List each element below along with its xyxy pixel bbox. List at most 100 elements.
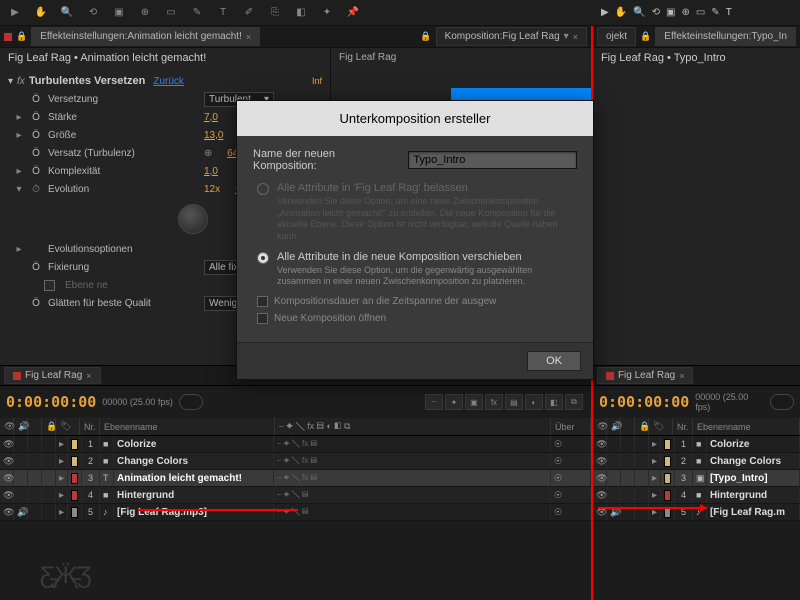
chk-open[interactable] [257, 313, 268, 324]
solo-toggle[interactable] [621, 487, 635, 503]
expand-icon[interactable]: ▸ [652, 473, 657, 484]
r-zoom-icon[interactable]: 🔍 [633, 7, 645, 18]
label-swatch[interactable] [71, 456, 78, 467]
label-swatch[interactable] [71, 507, 78, 518]
timeline-search[interactable] [179, 394, 203, 410]
visibility-toggle[interactable]: 👁 [0, 453, 14, 469]
tl-btn-2[interactable]: ✦ [445, 394, 463, 410]
expand-icon[interactable]: ▸ [59, 439, 64, 450]
eraser-tool-icon[interactable]: ◧ [292, 4, 310, 22]
radio-move[interactable] [257, 252, 269, 264]
r-hand-icon[interactable]: ✋ [615, 7, 627, 18]
visibility-toggle[interactable]: 👁 [593, 470, 607, 486]
solo-toggle[interactable] [28, 436, 42, 452]
puppet-tool-icon[interactable]: 📌 [344, 4, 362, 22]
visibility-toggle[interactable]: 👁 [0, 504, 14, 520]
layer-switches[interactable]: ⎯ ✦ ╲ ▤ [274, 504, 551, 520]
clone-tool-icon[interactable]: ⎘ [266, 4, 284, 22]
tab-effect-settings[interactable]: Effekteinstellungen: Animation leicht ge… [31, 27, 260, 46]
roto-tool-icon[interactable]: ✦ [318, 4, 336, 22]
layer-switches[interactable]: ⎯ ✦ ╲ ▤ [274, 487, 551, 503]
audio-toggle[interactable] [14, 487, 28, 503]
r-rotate-icon[interactable]: ⟲ [652, 7, 660, 18]
label-swatch[interactable] [664, 473, 671, 484]
ebene-checkbox[interactable] [44, 280, 55, 291]
tl-btn-1[interactable]: ⎯ [425, 394, 443, 410]
layer-row[interactable]: 👁▸3TAnimation leicht gemacht!⎯ ✦ ╲ fx ▤☉ [0, 470, 591, 487]
lock-icon[interactable]: 🔒 [16, 31, 27, 42]
label-swatch[interactable] [664, 456, 671, 467]
solo-toggle[interactable] [28, 470, 42, 486]
audio-toggle[interactable]: 🔊 [14, 504, 28, 520]
pan-behind-icon[interactable]: ⊕ [136, 4, 154, 22]
expand-icon[interactable]: ▸ [652, 456, 657, 467]
timeline-search-r[interactable] [770, 394, 794, 410]
brush-tool-icon[interactable]: ✐ [240, 4, 258, 22]
tl-btn-fx[interactable]: fx [485, 394, 503, 410]
type-tool-icon[interactable]: T [214, 4, 232, 22]
label-swatch[interactable] [664, 439, 671, 450]
hand-tool-icon[interactable]: ✋ [32, 4, 50, 22]
komplex-value[interactable]: 1,0 [204, 166, 218, 177]
layer-switches[interactable]: ⎯ ✦ ╲ fx ▤ [274, 470, 551, 486]
layer-row[interactable]: 👁▸2■Change Colors⎯ ✦ ╲ fx ▤☉ [0, 453, 591, 470]
tl-btn-3[interactable]: ▣ [465, 394, 483, 410]
r-pen-icon[interactable]: ✎ [711, 7, 719, 18]
evolution-knob[interactable] [178, 204, 208, 234]
close-icon[interactable]: × [573, 32, 578, 42]
r-pan-icon[interactable]: ⊕ [681, 7, 689, 18]
tab-effect-settings-r[interactable]: Effekteinstellungen: Typo_In [655, 27, 796, 46]
lock-icon[interactable]: 🔒 [640, 31, 651, 42]
solo-toggle[interactable] [28, 487, 42, 503]
expand-icon[interactable]: ▸ [59, 456, 64, 467]
tab-project[interactable]: ojekt [597, 27, 636, 46]
r-selection-icon[interactable]: ▶ [601, 7, 609, 18]
tl-btn-6[interactable]: ◐ [525, 394, 543, 410]
tl-btn-7[interactable]: ◧ [545, 394, 563, 410]
layer-row[interactable]: 👁▸1■Colorize [593, 436, 800, 453]
audio-toggle[interactable] [607, 487, 621, 503]
parent-pick[interactable]: ☉ [551, 470, 591, 486]
lock-toggle[interactable] [42, 470, 56, 486]
label-swatch[interactable] [664, 490, 671, 501]
checkbox-open[interactable]: Neue Komposition öffnen [253, 313, 577, 324]
tl-btn-8[interactable]: ⧉ [565, 394, 583, 410]
audio-toggle[interactable] [607, 436, 621, 452]
staerke-value[interactable]: 7,0 [204, 112, 218, 123]
visibility-toggle[interactable]: 👁 [593, 453, 607, 469]
r-camera-icon[interactable]: ▣ [666, 7, 675, 18]
selection-tool-icon[interactable]: ▶ [6, 4, 24, 22]
checkbox-duration[interactable]: Kompositionsdauer an die Zeitspanne der … [253, 296, 577, 307]
visibility-toggle[interactable]: 👁 [0, 470, 14, 486]
timeline-tab[interactable]: Fig Leaf Rag × [4, 367, 101, 384]
pen-tool-icon[interactable]: ✎ [188, 4, 206, 22]
expand-icon[interactable]: ▸ [652, 439, 657, 450]
lock-toggle[interactable] [635, 470, 649, 486]
info-link[interactable]: Inf [312, 76, 322, 86]
lock-toggle[interactable] [42, 504, 56, 520]
expand-icon[interactable]: ▸ [652, 490, 657, 501]
solo-toggle[interactable] [621, 453, 635, 469]
label-swatch[interactable] [71, 473, 78, 484]
r-rect-icon[interactable]: ▭ [696, 7, 705, 18]
audio-toggle[interactable] [14, 470, 28, 486]
visibility-toggle[interactable]: 👁 [593, 436, 607, 452]
parent-pick[interactable]: ☉ [551, 436, 591, 452]
current-time-r[interactable]: 0:00:00:00 [599, 393, 689, 411]
lock-toggle[interactable] [42, 453, 56, 469]
solo-toggle[interactable] [621, 470, 635, 486]
layer-switches[interactable]: ⎯ ✦ ╲ fx ▤ [274, 453, 551, 469]
visibility-toggle[interactable]: 👁 [0, 487, 14, 503]
lock-toggle[interactable] [635, 453, 649, 469]
lock-toggle[interactable] [635, 436, 649, 452]
lock-toggle[interactable] [635, 487, 649, 503]
parent-pick[interactable]: ☉ [551, 453, 591, 469]
rotate-tool-icon[interactable]: ⟲ [84, 4, 102, 22]
layer-row[interactable]: 👁▸4■Hintergrund [593, 487, 800, 504]
visibility-toggle[interactable]: 👁 [593, 487, 607, 503]
solo-toggle[interactable] [621, 436, 635, 452]
tl-btn-5[interactable]: ▤ [505, 394, 523, 410]
r-type-icon[interactable]: T [726, 7, 732, 18]
expand-icon[interactable]: ▸ [59, 507, 64, 518]
audio-toggle[interactable] [14, 436, 28, 452]
